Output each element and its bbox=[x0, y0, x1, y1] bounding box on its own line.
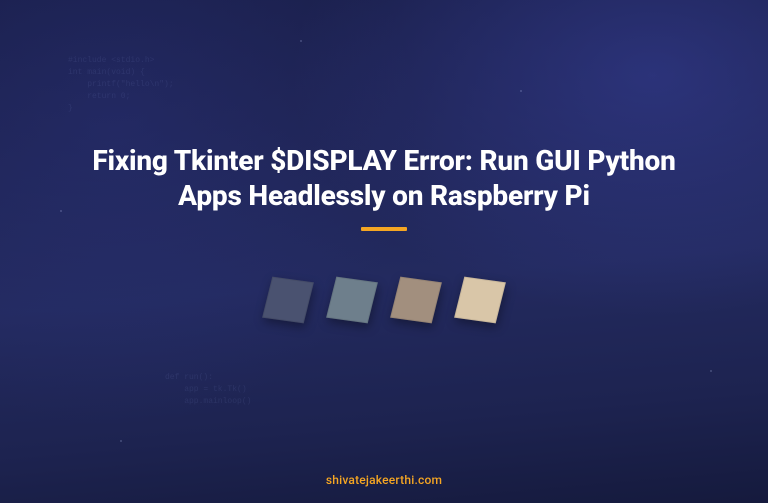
hero-banner: Fixing Tkinter $DISPLAY Error: Run GUI P… bbox=[0, 143, 768, 321]
decorative-square bbox=[326, 276, 378, 323]
decorative-dot bbox=[120, 440, 122, 442]
decorative-bg-code-bottom: def run(): app = tk.Tk() app.mainloop() bbox=[165, 372, 251, 408]
decorative-dot bbox=[520, 90, 522, 92]
decorative-dot bbox=[300, 40, 302, 42]
title-underline-accent bbox=[361, 227, 407, 231]
decorative-bg-code-top: #include <stdio.h> int main(void) { prin… bbox=[68, 55, 174, 115]
decorative-dot bbox=[710, 370, 712, 372]
decorative-square bbox=[390, 276, 442, 323]
decorative-square bbox=[454, 276, 506, 323]
page-title: Fixing Tkinter $DISPLAY Error: Run GUI P… bbox=[70, 143, 698, 213]
decorative-squares-row bbox=[70, 279, 698, 321]
footer-site-credit: shivatejakeerthi.com bbox=[0, 473, 768, 487]
decorative-square bbox=[262, 276, 314, 323]
footer-site-label: shivatejakeerthi.com bbox=[326, 473, 442, 487]
